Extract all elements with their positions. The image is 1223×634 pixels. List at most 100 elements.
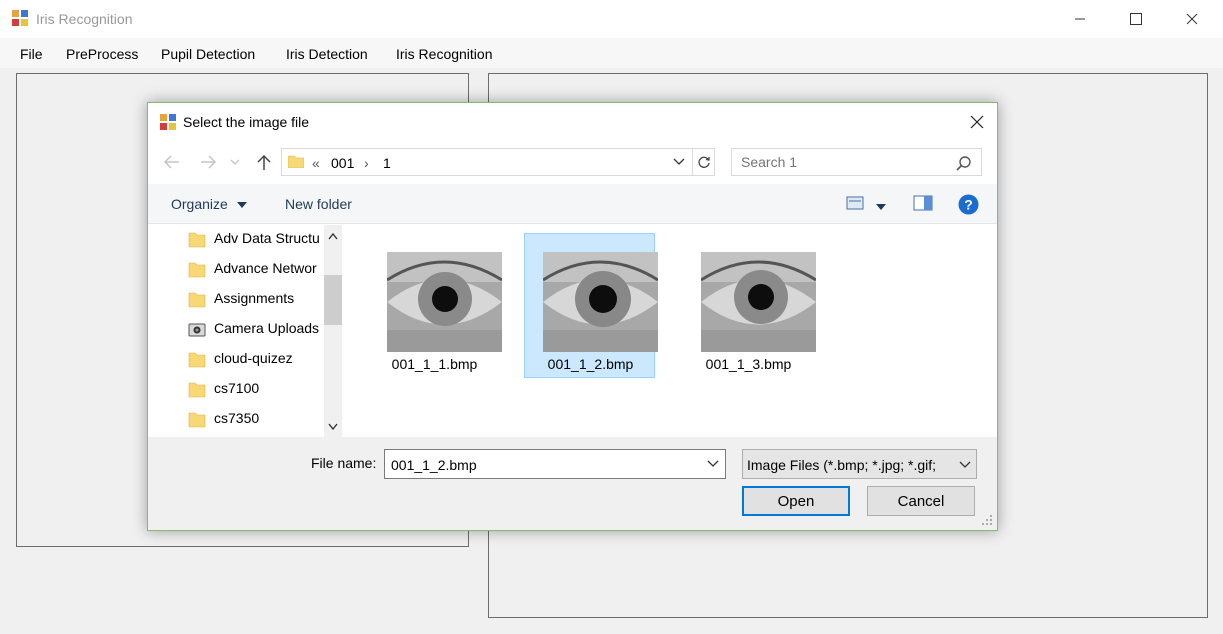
up-button[interactable]: [252, 151, 276, 173]
breadcrumb-overflow[interactable]: «: [312, 155, 320, 171]
scrollbar-thumb[interactable]: [324, 275, 342, 325]
breadcrumb-1[interactable]: 1: [383, 155, 391, 171]
nav-item-cs7100[interactable]: cs7100: [188, 375, 344, 405]
menu-pupil-detection[interactable]: Pupil Detection: [161, 46, 255, 62]
menu-iris-recognition[interactable]: Iris Recognition: [396, 46, 493, 62]
navigation-pane: Adv Data Structu Advance Networ Assignme…: [148, 225, 344, 437]
nav-item-label: cs7100: [214, 380, 260, 396]
chevron-down-icon: [328, 423, 338, 430]
back-button[interactable]: [160, 151, 184, 173]
preview-pane-icon: [913, 195, 933, 211]
arrow-left-icon: [163, 155, 179, 169]
open-file-dialog: Select the image file « 001 › 1 Organi: [147, 102, 998, 531]
file-type-dropdown[interactable]: [955, 455, 975, 475]
nav-item-assignments[interactable]: Assignments: [188, 285, 344, 315]
address-bar[interactable]: « 001 › 1: [281, 148, 715, 176]
file-name-dropdown[interactable]: [703, 454, 723, 474]
view-icon: [846, 196, 864, 210]
arrow-right-icon: [201, 155, 217, 169]
arrow-up-icon: [257, 154, 271, 170]
recent-locations-button[interactable]: [228, 151, 242, 173]
window-title: Iris Recognition: [36, 11, 133, 27]
navigation-scrollbar[interactable]: [324, 225, 342, 437]
folder-icon: [288, 155, 304, 168]
nav-item-label: Camera Uploads: [214, 320, 320, 336]
file-name-value[interactable]: 001_1_2.bmp: [391, 457, 477, 473]
title-bar: Iris Recognition: [0, 0, 1223, 38]
nav-item-label: Advance Networ: [214, 260, 317, 276]
caret-down-icon: [876, 204, 886, 210]
folder-icon: [188, 232, 206, 248]
change-view-button[interactable]: [846, 195, 864, 214]
menu-bar: File PreProcess Pupil Detection Iris Det…: [0, 38, 1223, 68]
preview-pane-button[interactable]: [913, 195, 933, 214]
organize-button[interactable]: Organize: [171, 196, 248, 212]
command-toolbar: Organize New folder ?: [148, 184, 997, 224]
nav-item-cloud-quizez[interactable]: cloud-quizez: [188, 345, 344, 375]
app-icon: [12, 10, 28, 26]
scroll-up-button[interactable]: [324, 227, 342, 245]
file-name-label: File name:: [311, 455, 377, 471]
minimize-icon: [1075, 18, 1085, 20]
search-icon: [956, 156, 971, 171]
nav-item-label: cs7350: [214, 410, 260, 426]
new-folder-button[interactable]: New folder: [285, 196, 352, 212]
menu-preprocess[interactable]: PreProcess: [66, 46, 138, 62]
forward-button[interactable]: [196, 151, 220, 173]
search-box[interactable]: [731, 148, 982, 176]
minimize-button[interactable]: [1057, 0, 1103, 38]
camera-folder-icon: [188, 323, 206, 337]
refresh-icon: [697, 156, 710, 168]
nav-item-advance-networks[interactable]: Advance Networ: [188, 255, 344, 285]
eye-image-thumbnail: [701, 252, 816, 352]
nav-item-label: Assignments: [214, 290, 295, 306]
menu-iris-detection[interactable]: Iris Detection: [286, 46, 368, 62]
search-input[interactable]: [741, 154, 941, 170]
dialog-close-button[interactable]: [960, 109, 994, 135]
resize-grip-icon[interactable]: [981, 514, 993, 526]
help-icon: ?: [958, 194, 979, 215]
chevron-up-icon: [328, 232, 338, 239]
chevron-down-icon: [673, 158, 685, 165]
folder-icon: [188, 352, 206, 368]
eye-image-thumbnail: [387, 252, 502, 352]
file-name: 001_1_2.bmp: [547, 356, 634, 372]
nav-item-cs7350[interactable]: cs7350: [188, 405, 344, 435]
help-button[interactable]: ?: [958, 194, 979, 218]
refresh-button[interactable]: [692, 149, 714, 175]
file-item[interactable]: 001_1_3.bmp: [682, 233, 816, 378]
file-name: 001_1_1.bmp: [391, 356, 478, 372]
open-button[interactable]: Open: [742, 486, 850, 516]
file-item-selected[interactable]: 001_1_2.bmp: [524, 233, 658, 378]
file-type-filter[interactable]: Image Files (*.bmp; *.jpg; *.gif;: [742, 449, 977, 479]
scroll-down-button[interactable]: [324, 417, 342, 435]
nav-item-adv-data-structures[interactable]: Adv Data Structu: [188, 225, 344, 255]
folder-icon: [188, 382, 206, 398]
file-list: 001_1_1.bmp 001_1_2.bmp 001_1_3.bmp: [344, 225, 997, 437]
menu-file[interactable]: File: [20, 46, 43, 62]
cancel-button[interactable]: Cancel: [867, 486, 975, 516]
close-icon: [970, 115, 984, 129]
maximize-button[interactable]: [1113, 0, 1159, 38]
chevron-down-icon: [707, 460, 719, 467]
maximize-icon: [1130, 13, 1142, 25]
address-dropdown-button[interactable]: [668, 149, 690, 175]
folder-icon: [188, 412, 206, 428]
close-icon: [1186, 13, 1198, 25]
folder-icon: [188, 262, 206, 278]
chevron-down-icon: [230, 159, 240, 165]
nav-item-camera-uploads[interactable]: Camera Uploads: [188, 315, 344, 345]
close-button[interactable]: [1169, 0, 1215, 38]
organize-label: Organize: [171, 196, 228, 212]
svg-text:?: ?: [964, 197, 973, 213]
caret-down-icon: [236, 202, 247, 208]
nav-item-label: cloud-quizez: [214, 350, 293, 366]
file-name-field[interactable]: 001_1_2.bmp: [384, 449, 726, 479]
breadcrumb-separator: ›: [364, 155, 369, 171]
folder-icon: [188, 292, 206, 308]
file-type-filter-value: Image Files (*.bmp; *.jpg; *.gif;: [747, 457, 937, 473]
breadcrumb-001[interactable]: 001: [331, 155, 354, 171]
file-item[interactable]: 001_1_1.bmp: [368, 233, 502, 378]
dialog-app-icon: [160, 114, 176, 130]
view-options-dropdown[interactable]: [875, 199, 887, 214]
